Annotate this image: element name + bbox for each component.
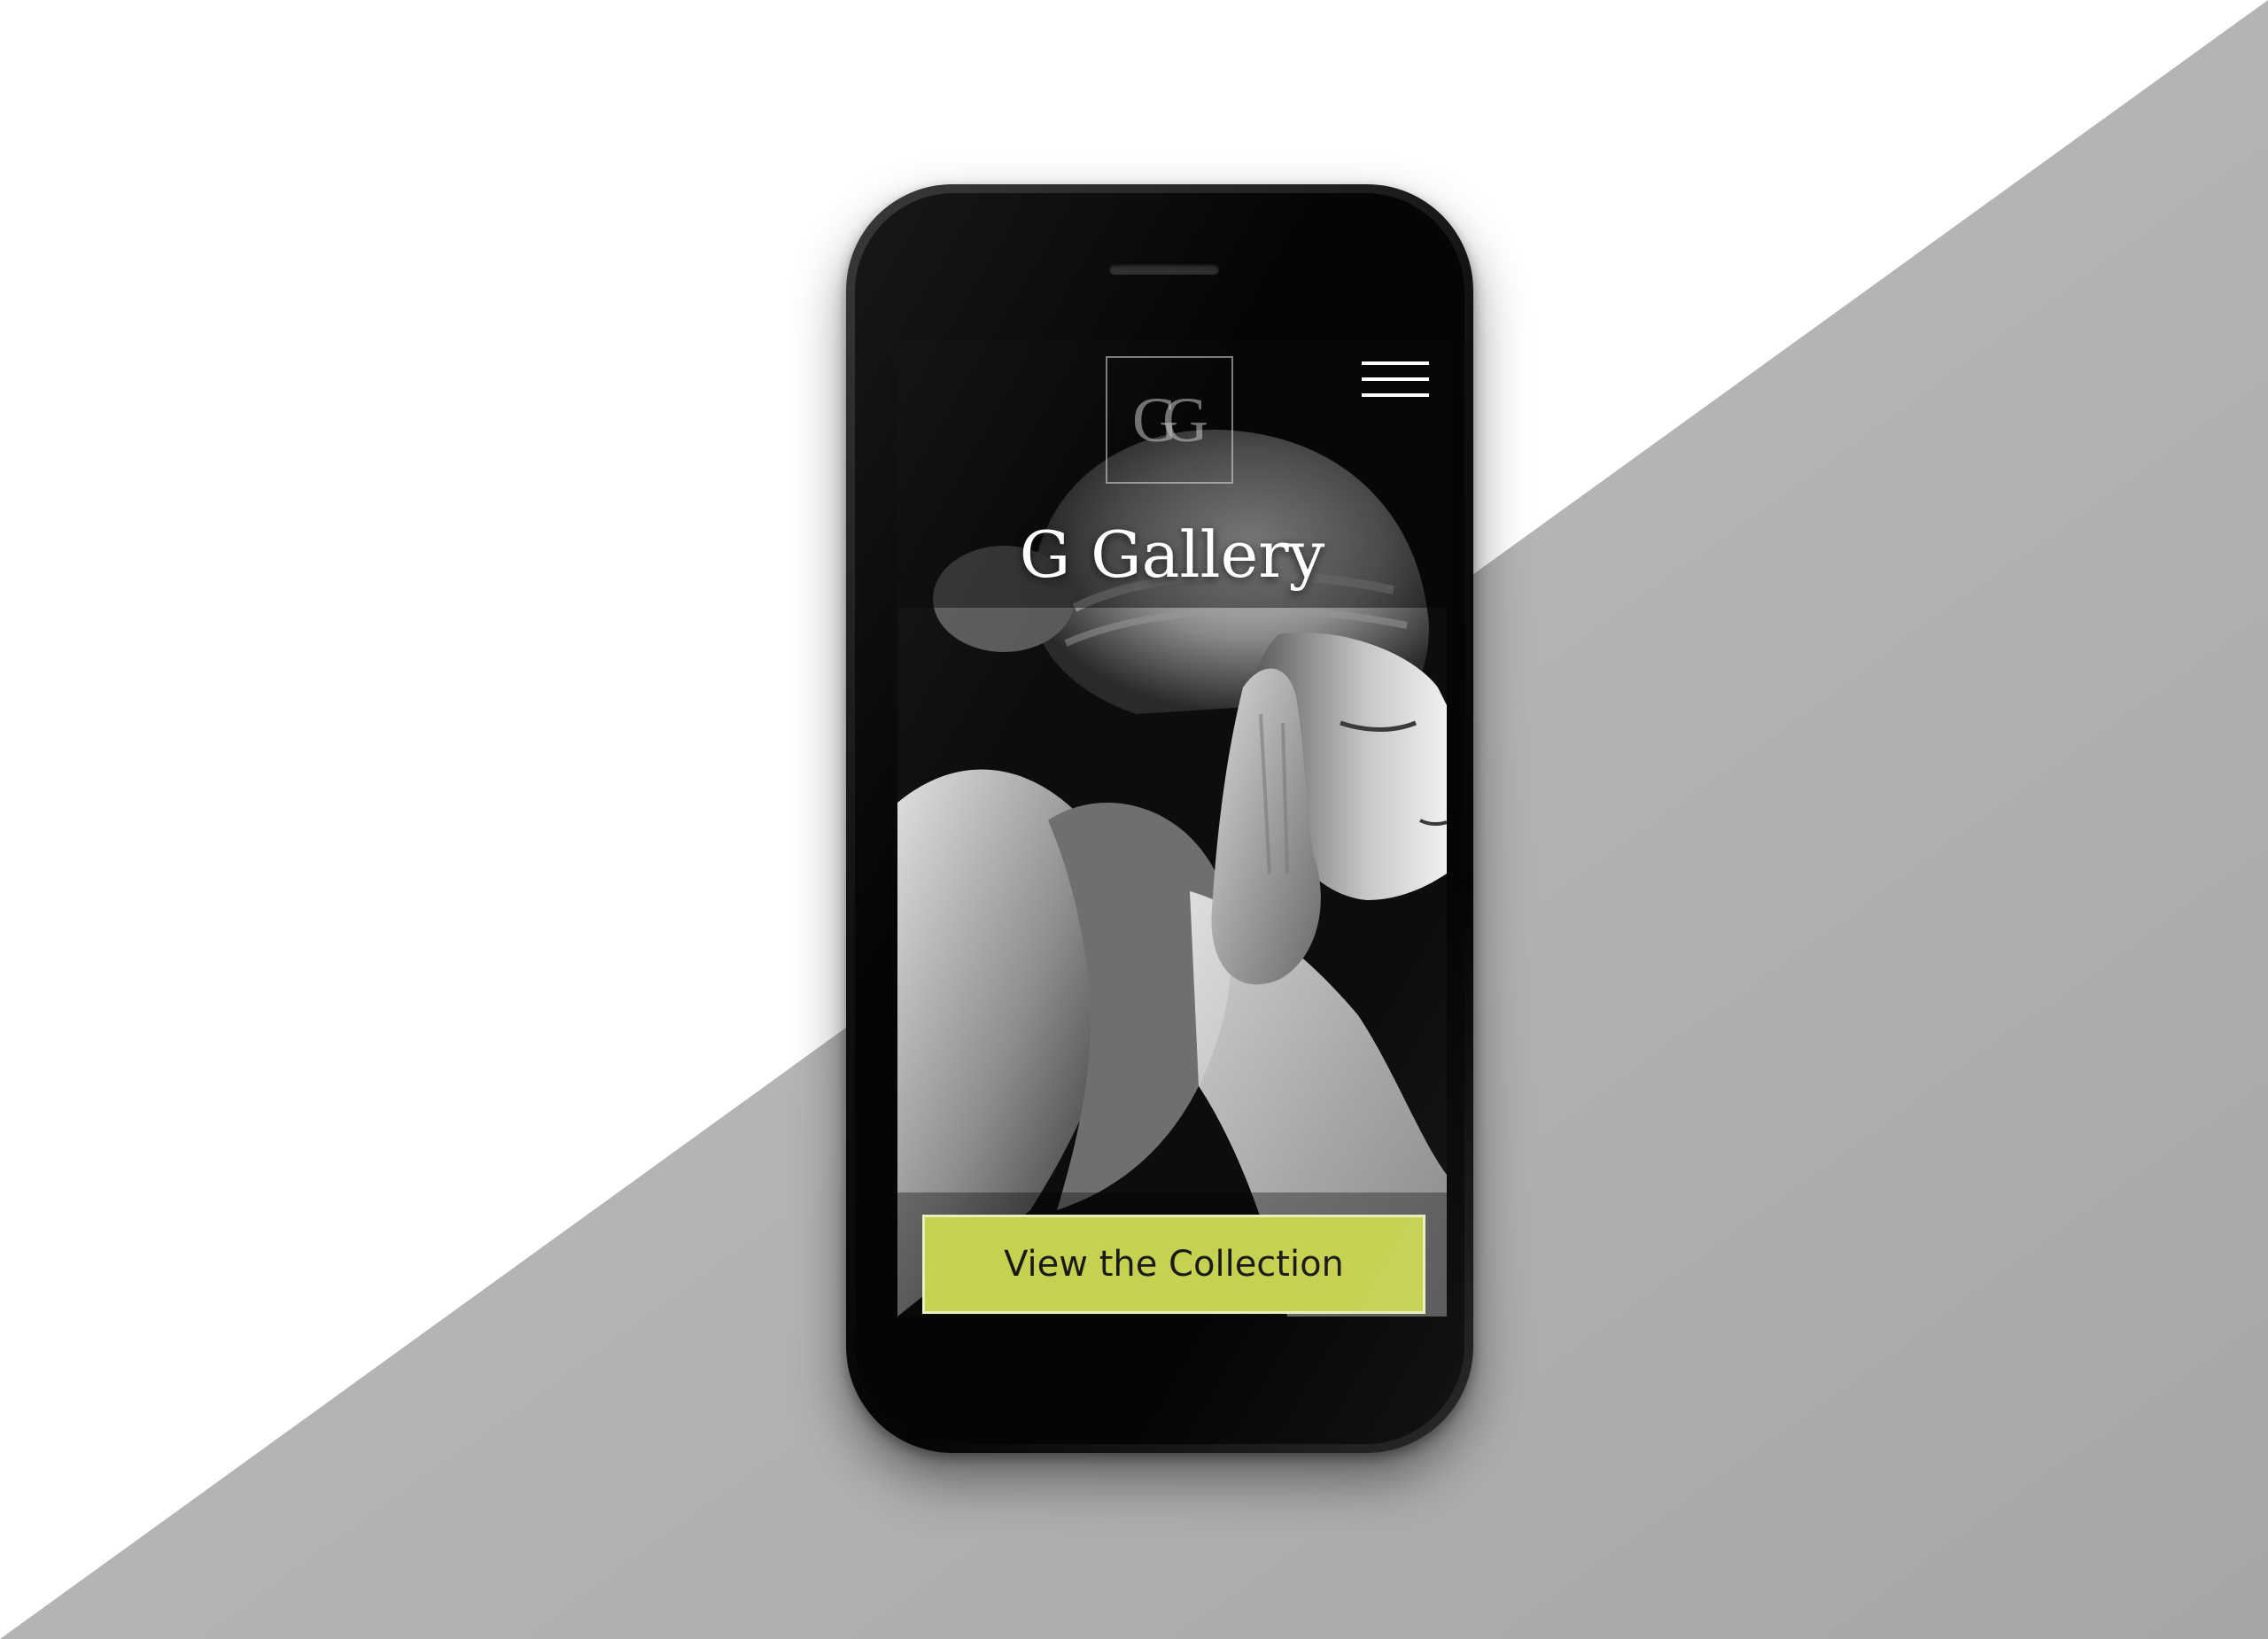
menu-line-middle [1362,377,1429,381]
smartphone: GG G Gallery View the Collection [846,184,1473,1453]
site-title: G Gallery [1019,517,1325,592]
speaker-grille [1109,264,1219,275]
phone-body: GG G Gallery View the Collection [855,193,1464,1444]
menu-line-bottom [1362,393,1429,397]
gallery-logo[interactable]: GG [1106,356,1233,484]
logo-monogram: GG [1132,384,1208,455]
mockup-scene: GG G Gallery View the Collection [0,0,2268,1639]
phone-screen: GG G Gallery View the Collection [897,342,1447,1317]
hamburger-menu-icon[interactable] [1362,358,1429,400]
view-collection-button[interactable]: View the Collection [922,1215,1425,1314]
hero-sculpture-image [897,342,1447,1317]
menu-line-top [1362,361,1429,365]
